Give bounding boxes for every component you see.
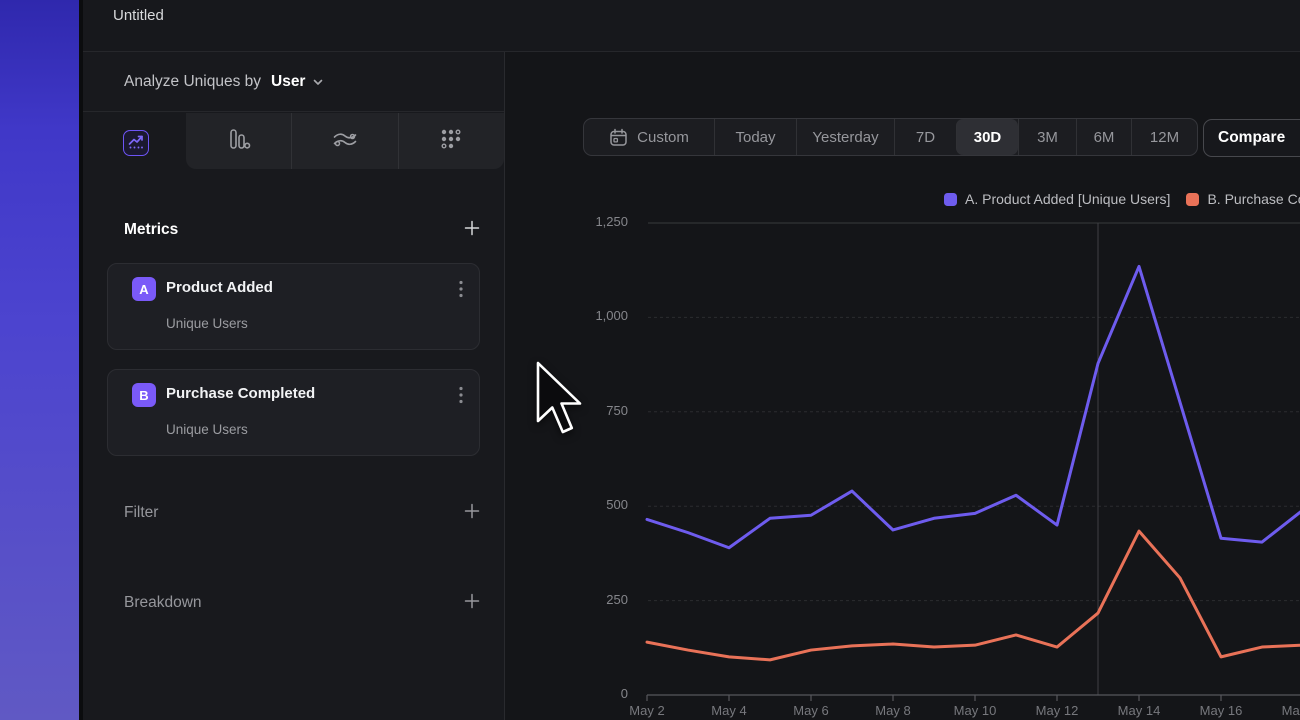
tab-grid[interactable] <box>398 113 504 169</box>
legend-item[interactable]: A. Product Added [Unique Users] <box>944 191 1170 207</box>
metric-badge-a: A <box>132 277 156 301</box>
range-button-12m[interactable]: 12M <box>1131 119 1197 155</box>
x-axis-label: May 16 <box>1191 703 1251 718</box>
y-axis-label: 1,000 <box>556 308 628 323</box>
range-label: Yesterday <box>812 129 878 146</box>
range-label: 12M <box>1150 129 1179 146</box>
grid-dots-icon <box>440 128 462 155</box>
x-axis-label: May 10 <box>945 703 1005 718</box>
chart-type-tab-group <box>186 113 504 169</box>
line-chart-icon <box>127 132 145 155</box>
y-axis-label: 0 <box>556 686 628 701</box>
flow-icon <box>332 127 358 156</box>
tab-flow[interactable] <box>291 113 397 169</box>
page-title: Untitled <box>113 7 164 24</box>
date-range-selector: Custom Today Yesterday 7D 30D 3M 6M 12M <box>583 118 1198 156</box>
y-axis-label: 1,250 <box>556 214 628 229</box>
range-button-custom[interactable]: Custom <box>584 119 714 155</box>
y-axis-label: 500 <box>556 497 628 512</box>
analyze-by-value[interactable]: User <box>271 73 305 91</box>
range-label: 6M <box>1094 129 1115 146</box>
filter-label: Filter <box>124 504 158 522</box>
metric-badge-b: B <box>132 383 156 407</box>
compare-button[interactable]: Compare <box>1203 119 1300 157</box>
x-axis-label: May 14 <box>1109 703 1169 718</box>
x-axis-label: May 8 <box>863 703 923 718</box>
tab-line-chart[interactable] <box>123 130 149 156</box>
metric-card-a[interactable]: A Product Added Unique Users <box>107 263 480 350</box>
add-filter-button[interactable] <box>464 503 480 524</box>
range-label: 7D <box>916 129 935 146</box>
top-bar: Untitled <box>83 0 1300 52</box>
metric-title: Purchase Completed <box>166 385 315 402</box>
metric-subtitle: Unique Users <box>166 316 248 331</box>
range-label: Custom <box>637 129 689 146</box>
x-axis-label: May 6 <box>781 703 841 718</box>
metrics-section-header: Metrics <box>83 216 504 244</box>
brand-gradient-rail <box>0 0 83 720</box>
legend-swatch <box>944 193 957 206</box>
sidebar: Analyze Uniques by User <box>83 52 505 720</box>
legend-label: A. Product Added [Unique Users] <box>965 191 1170 207</box>
range-label: Today <box>735 129 775 146</box>
filter-section-header: Filter <box>83 499 504 527</box>
chart-type-tabs <box>83 113 504 169</box>
analyze-by-label: Analyze Uniques by <box>124 73 261 91</box>
legend-swatch <box>1186 193 1199 206</box>
legend-item[interactable]: B. Purchase Completed [Unique Users] <box>1186 191 1300 207</box>
metric-subtitle: Unique Users <box>166 422 248 437</box>
chart-legend: A. Product Added [Unique Users] B. Purcha… <box>944 191 1300 207</box>
legend-label: B. Purchase Completed [Unique Users] <box>1207 191 1300 207</box>
range-button-yesterday[interactable]: Yesterday <box>796 119 894 155</box>
x-axis-label: May 2 <box>617 703 677 718</box>
range-button-6m[interactable]: 6M <box>1076 119 1131 155</box>
range-button-30d[interactable]: 30D <box>956 119 1018 155</box>
x-axis-label: May 12 <box>1027 703 1087 718</box>
metric-card-b[interactable]: B Purchase Completed Unique Users <box>107 369 480 456</box>
analyze-by-row: Analyze Uniques by User <box>83 52 504 112</box>
range-label: 3M <box>1037 129 1058 146</box>
range-label: 30D <box>974 129 1002 146</box>
range-button-7d[interactable]: 7D <box>894 119 956 155</box>
add-breakdown-button[interactable] <box>464 593 480 614</box>
chevron-down-icon[interactable] <box>312 76 324 88</box>
add-metric-button[interactable] <box>464 220 480 241</box>
x-axis-label: May 4 <box>699 703 759 718</box>
y-axis-label: 250 <box>556 592 628 607</box>
y-axis-label: 750 <box>556 403 628 418</box>
range-button-3m[interactable]: 3M <box>1018 119 1076 155</box>
metrics-label: Metrics <box>124 221 178 239</box>
kebab-menu-icon[interactable] <box>459 386 463 404</box>
metric-title: Product Added <box>166 279 273 296</box>
bar-chart-icon <box>227 127 251 156</box>
calendar-icon <box>609 128 628 147</box>
kebab-menu-icon[interactable] <box>459 280 463 298</box>
breakdown-section-header: Breakdown <box>83 589 504 617</box>
breakdown-label: Breakdown <box>124 594 202 612</box>
x-axis-label: May 18 <box>1273 703 1300 718</box>
range-button-today[interactable]: Today <box>714 119 796 155</box>
tab-bar-chart[interactable] <box>186 113 291 169</box>
